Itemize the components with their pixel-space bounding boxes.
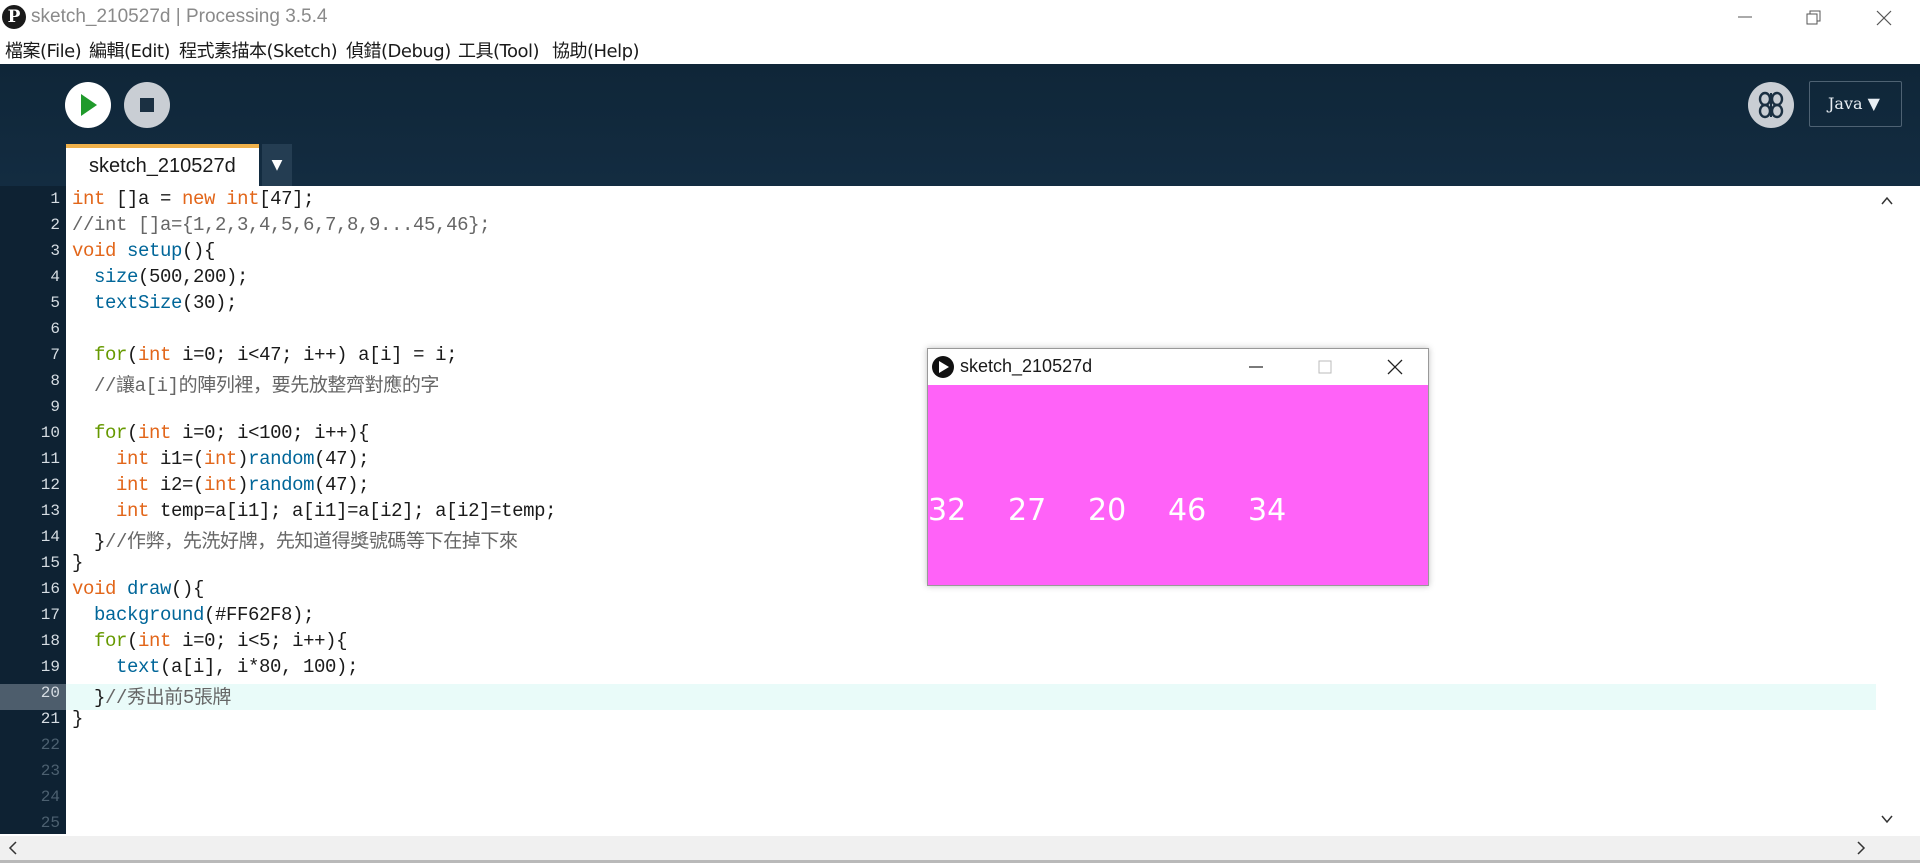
current-line-highlight: [66, 684, 1876, 710]
line-number: 5: [50, 294, 60, 312]
menu-edit[interactable]: 編輯(Edit): [89, 37, 170, 63]
line-number: 18: [40, 632, 60, 650]
line-number: 24: [40, 788, 60, 806]
line-number: 14: [40, 528, 60, 546]
sketch-output-window[interactable]: sketch_210527d 32 27 20 46 34: [927, 348, 1429, 586]
code-line: for(int i=0; i<47; i++) a[i] = i;: [94, 344, 458, 366]
drawn-number: 32: [928, 493, 967, 528]
line-number: 19: [40, 658, 60, 676]
title-bar: P sketch_210527d | Processing 3.5.4: [0, 0, 1920, 34]
drawn-number: 20: [1088, 493, 1127, 528]
code-line: text(a[i], i*80, 100);: [116, 656, 359, 678]
sketch-canvas[interactable]: 32 27 20 46 34: [928, 385, 1428, 585]
sketch-run-icon: [932, 356, 954, 378]
scroll-left-icon[interactable]: [6, 840, 20, 856]
mode-selector[interactable]: Java ▼: [1809, 81, 1902, 127]
sketch-title-bar[interactable]: sketch_210527d: [928, 349, 1428, 385]
code-line: //int []a={1,2,3,4,5,6,7,8,9...45,46};: [72, 214, 491, 236]
scroll-up-icon[interactable]: [1880, 194, 1894, 208]
scroll-right-icon[interactable]: [1854, 840, 1868, 856]
code-line: }//作弊，先洗好牌，先知道得獎號碼等下在掉下來: [72, 531, 518, 553]
menu-sketch[interactable]: 程式素描本(Sketch): [179, 37, 338, 63]
close-button[interactable]: [1848, 0, 1918, 34]
line-number: 12: [40, 476, 60, 494]
code-line: int i1=(int)random(47);: [116, 448, 370, 470]
line-number: 20: [40, 684, 60, 702]
line-number: 6: [50, 320, 60, 338]
menu-help[interactable]: 協助(Help): [552, 37, 640, 63]
code-line: textSize(30);: [94, 292, 238, 314]
line-number-gutter: 1 2 3 4 5 6 7 8 9 10 11 12 13 14 15 16 17 18 19 20 21 22 23 24 2…: [0, 186, 66, 834]
menu-bar: 檔案(File) 編輯(Edit) 程式素描本(Sketch) 偵錯(Debug…: [0, 34, 1920, 64]
stop-button[interactable]: [124, 82, 170, 128]
drawn-number: 46: [1168, 493, 1207, 528]
line-number: 23: [40, 762, 60, 780]
drawn-number: 34: [1248, 493, 1287, 528]
code-line: background(#FF62F8);: [94, 604, 315, 626]
butterfly-debug-icon: [1758, 91, 1784, 119]
line-number: 10: [40, 424, 60, 442]
code-line: size(500,200);: [94, 266, 249, 288]
menu-debug[interactable]: 偵錯(Debug): [346, 37, 451, 63]
code-line: }//秀出前5張牌: [72, 687, 232, 709]
line-number: 21: [40, 710, 60, 728]
line-number: 1: [50, 190, 60, 208]
sketch-minimize-icon[interactable]: [1246, 357, 1266, 377]
close-icon: [1876, 10, 1892, 26]
stop-icon: [140, 98, 154, 112]
minimize-icon: [1738, 16, 1752, 18]
minimize-button[interactable]: [1710, 0, 1780, 34]
code-line: void setup(){: [72, 240, 216, 262]
line-number: 2: [50, 216, 60, 234]
play-icon: [81, 94, 97, 116]
sketch-maximize-icon[interactable]: [1315, 357, 1335, 377]
sketch-close-icon[interactable]: [1385, 357, 1405, 377]
line-number: 8: [50, 372, 60, 390]
scroll-down-icon[interactable]: [1880, 812, 1894, 826]
menu-file[interactable]: 檔案(File): [5, 37, 82, 63]
code-line: int temp=a[i1]; a[i1]=a[i2]; a[i2]=temp;: [116, 500, 557, 522]
restore-icon: [1806, 10, 1821, 25]
line-number: 25: [40, 814, 60, 832]
window-title: sketch_210527d | Processing 3.5.4: [31, 6, 328, 27]
line-number: 4: [50, 268, 60, 286]
restore-button[interactable]: [1778, 0, 1848, 34]
tab-menu-button[interactable]: ▼: [262, 144, 292, 186]
line-number: 13: [40, 502, 60, 520]
line-number: 11: [40, 450, 60, 468]
menu-tool[interactable]: 工具(Tool): [458, 37, 540, 63]
line-number: 17: [40, 606, 60, 624]
debugger-button[interactable]: [1748, 82, 1794, 128]
run-button[interactable]: [65, 82, 111, 128]
sketch-window-title: sketch_210527d: [960, 356, 1093, 376]
line-number: 22: [40, 736, 60, 754]
code-line: void draw(){: [72, 578, 205, 600]
vertical-scrollbar[interactable]: [1876, 186, 1898, 834]
line-number: 16: [40, 580, 60, 598]
drawn-number: 27: [1008, 493, 1047, 528]
code-line: }: [72, 552, 84, 574]
processing-logo-icon: P: [2, 5, 26, 29]
line-number: 9: [50, 398, 60, 416]
tab-sketch[interactable]: sketch_210527d: [66, 144, 259, 186]
code-line: for(int i=0; i<5; i++){: [94, 630, 348, 652]
line-number: 3: [50, 242, 60, 260]
code-line: for(int i=0; i<100; i++){: [94, 422, 370, 444]
code-line: int i2=(int)random(47);: [116, 474, 370, 496]
line-number: 15: [40, 554, 60, 572]
line-number: 7: [50, 346, 60, 364]
horizontal-scrollbar[interactable]: [0, 836, 1920, 860]
code-line: //讓a[i]的陣列裡，要先放整齊對應的字: [72, 375, 440, 397]
code-line: int []a = new int[47];: [72, 188, 315, 210]
code-line: }: [72, 708, 84, 730]
